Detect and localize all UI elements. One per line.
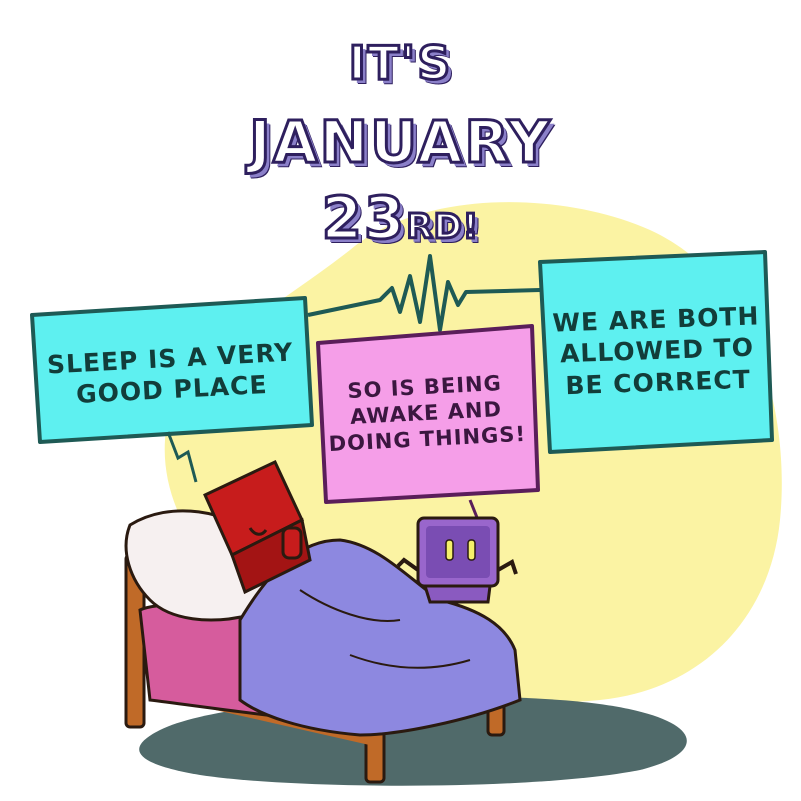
title-line-2: JANUARY <box>248 107 552 178</box>
red-robot-arm <box>281 526 303 560</box>
bubble-middle-text: SO IS BEING AWAKE AND DOING THINGS! <box>328 370 527 457</box>
purple-robot-eye-left <box>445 539 454 561</box>
title-line-3: 23RD! <box>0 183 801 254</box>
purple-robot-eye-right <box>467 539 476 561</box>
title-day-number: 23 <box>320 183 407 254</box>
title-line-1: IT'S <box>347 35 453 92</box>
bubble-left-text: SLEEP IS A VERY GOOD PLACE <box>46 337 295 409</box>
title-day-suffix: RD! <box>405 206 480 249</box>
bubble-right-text: WE ARE BOTH ALLOWED TO BE CORRECT <box>551 301 760 400</box>
